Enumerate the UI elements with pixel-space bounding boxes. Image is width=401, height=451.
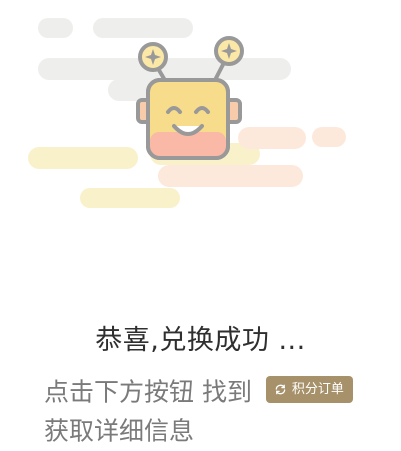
points-orders-button[interactable]: 积分订单 [265, 375, 353, 403]
success-title: 恭喜,兑换成功 ... [95, 325, 306, 356]
robot-mascot [136, 36, 244, 160]
description-part1: 点击下方按钮 找到 [44, 377, 252, 407]
success-description: 点击下方按钮 找到 积分订单 获取详细信息 [44, 372, 374, 449]
success-illustration [28, 18, 346, 208]
points-orders-label: 积分订单 [291, 381, 344, 397]
refresh-icon [275, 384, 286, 394]
description-part2: 获取详细信息 [44, 416, 195, 445]
